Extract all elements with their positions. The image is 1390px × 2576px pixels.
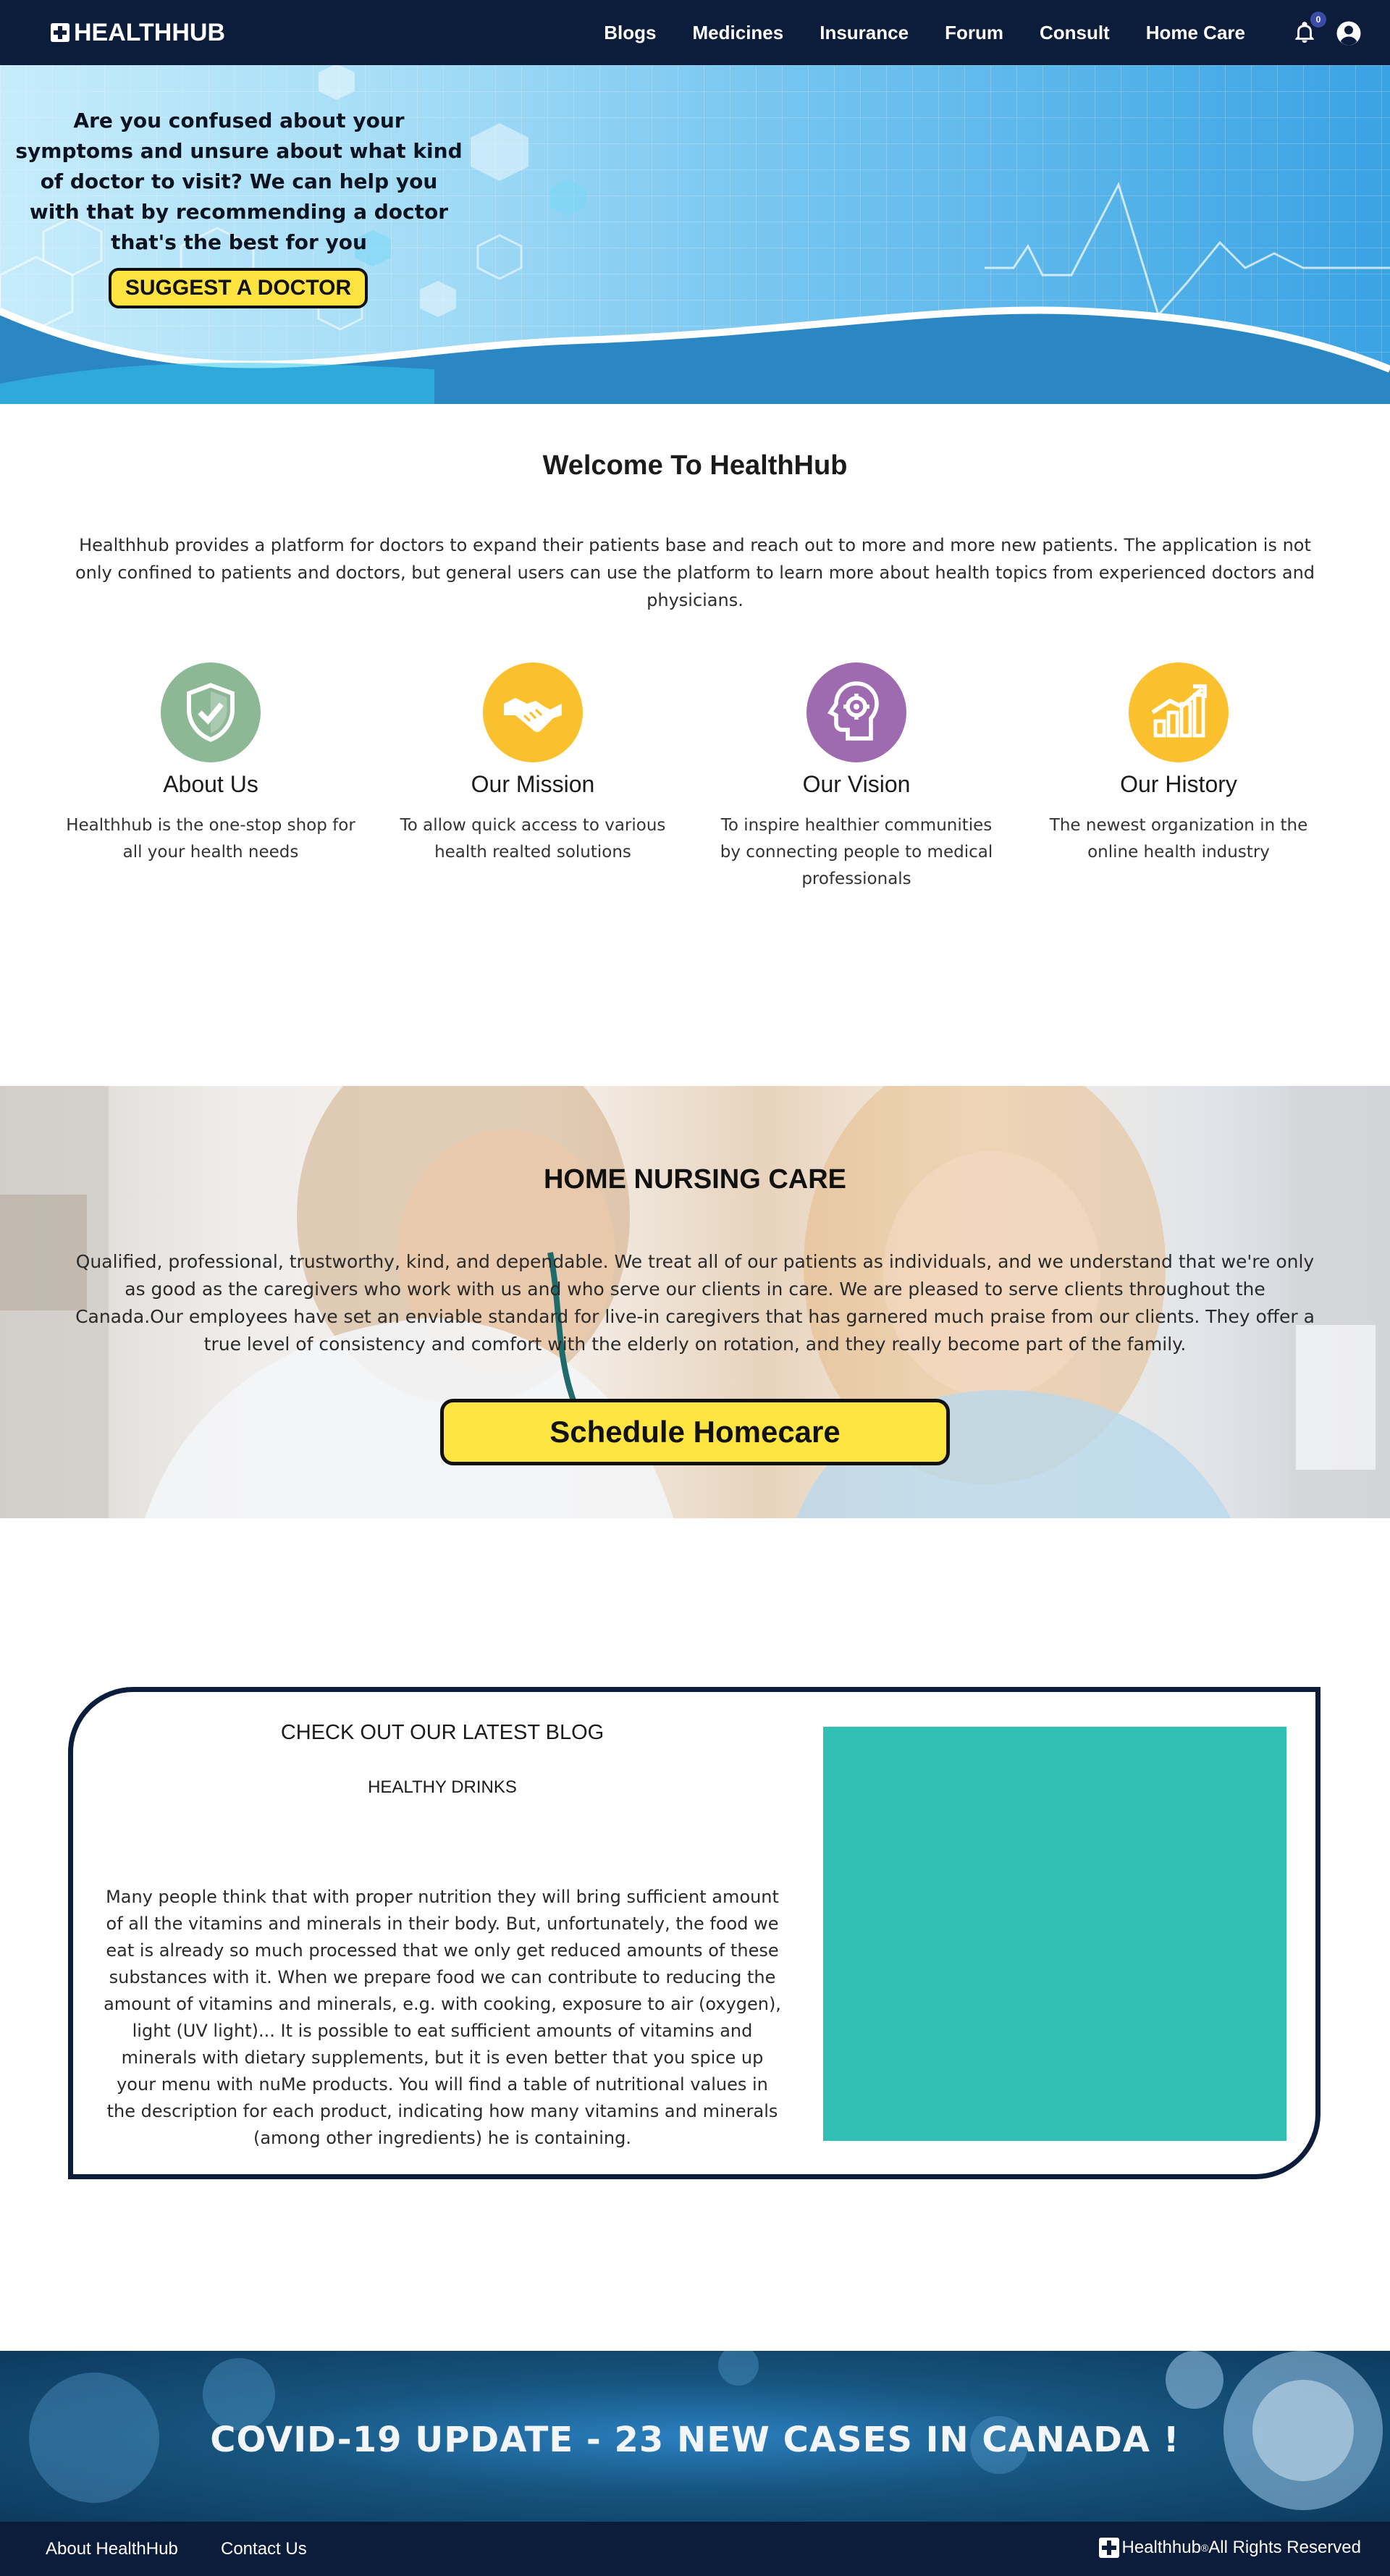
feature-title: About Us	[163, 771, 258, 797]
covid-update-text: COVID-19 UPDATE - 23 NEW CASES IN CANADA…	[210, 2420, 1180, 2460]
feature-text: Healthhub is the one-stop shop for all y…	[66, 816, 355, 862]
nav-links: Blogs Medicines Insurance Forum Consult …	[568, 0, 1245, 65]
feature-about-us-badge	[161, 662, 261, 762]
feature-title: Our History	[1120, 771, 1237, 797]
welcome-text: Healthhub provides a platform for doctor…	[75, 535, 1315, 610]
blog-post-excerpt: Many people think that with proper nutri…	[104, 1887, 781, 2148]
features-section: About Us Healthhub is the one-stop shop …	[0, 662, 1390, 923]
notification-count-badge: 0	[1310, 12, 1326, 28]
covid-update-banner: COVID-19 UPDATE - 23 NEW CASES IN CANADA…	[0, 2351, 1390, 2522]
user-account-icon[interactable]	[1336, 20, 1362, 46]
footer-link-contact[interactable]: Contact Us	[221, 2539, 307, 2559]
blog-post-image[interactable]	[823, 1727, 1286, 2141]
shield-check-icon	[187, 683, 235, 742]
blog-heading: CHECK OUT OUR LATEST BLOG	[280, 1721, 605, 1744]
nav-link-forum[interactable]: Forum	[945, 22, 1003, 44]
medical-cross-icon	[1098, 2538, 1119, 2558]
top-navbar: HEALTHHUB Blogs Medicines Insurance Foru…	[0, 0, 1390, 65]
growth-chart-icon	[1151, 684, 1207, 738]
feature-our-vision-badge	[806, 662, 906, 762]
suggest-doctor-button[interactable]: SUGGEST A DOCTOR	[109, 268, 368, 308]
home-nursing-section: HOME NURSING CARE Qualified, professiona…	[0, 1086, 1390, 1518]
footer-link-about[interactable]: About HealthHub	[46, 2539, 178, 2559]
feature-our-history-badge	[1129, 662, 1229, 762]
nursing-title: HOME NURSING CARE	[543, 1164, 847, 1195]
feature-our-vision: Our Vision To inspire healthier communit…	[712, 662, 1001, 893]
feature-text: To allow quick access to various health …	[400, 816, 666, 862]
nav-link-home-care[interactable]: Home Care	[1146, 22, 1245, 44]
latest-blog-card[interactable]: CHECK OUT OUR LATEST BLOG HEALTHY DRINKS…	[68, 1687, 1320, 2179]
head-gear-icon	[827, 681, 879, 741]
schedule-homecare-button[interactable]: Schedule Homecare	[440, 1399, 950, 1465]
footer-copyright: Healthhub ® All Rights Reserved	[1098, 2538, 1361, 2558]
registered-mark: ®	[1200, 2542, 1209, 2554]
handshake-icon	[504, 698, 562, 732]
brand-name: HEALTHHUB	[74, 18, 226, 46]
nav-link-consult[interactable]: Consult	[1040, 22, 1110, 44]
footer-brand: Healthhub	[1121, 2538, 1201, 2557]
feature-text: To inspire healthier communities by conn…	[720, 816, 993, 888]
nav-link-medicines[interactable]: Medicines	[693, 22, 784, 44]
feature-title: Our Mission	[471, 771, 595, 797]
nav-link-blogs[interactable]: Blogs	[604, 22, 656, 44]
blog-post-title[interactable]: HEALTHY DRINKS	[73, 1777, 812, 1798]
page-footer: About HealthHub Contact Us Healthhub ® Al…	[0, 2522, 1390, 2576]
feature-our-mission: Our Mission To allow quick access to var…	[388, 662, 678, 866]
welcome-title: Welcome To HealthHub	[542, 450, 848, 481]
brand-logo[interactable]: HEALTHHUB	[51, 0, 225, 65]
feature-about-us: About Us Healthhub is the one-stop shop …	[66, 662, 355, 866]
nursing-text: Qualified, professional, trustworthy, ki…	[75, 1251, 1315, 1355]
footer-rights: All Rights Reserved	[1208, 2538, 1361, 2557]
feature-text: The newest organization in the online he…	[1049, 816, 1308, 862]
nav-link-insurance[interactable]: Insurance	[820, 22, 909, 44]
hero-text: Are you confused about your symptoms and…	[15, 109, 463, 254]
medical-cross-icon	[51, 23, 70, 42]
feature-our-history: Our History The newest organization in t…	[1034, 662, 1323, 866]
feature-our-mission-badge	[483, 662, 583, 762]
hero-banner: Are you confused about your symptoms and…	[0, 65, 1390, 404]
feature-title: Our Vision	[802, 771, 911, 797]
